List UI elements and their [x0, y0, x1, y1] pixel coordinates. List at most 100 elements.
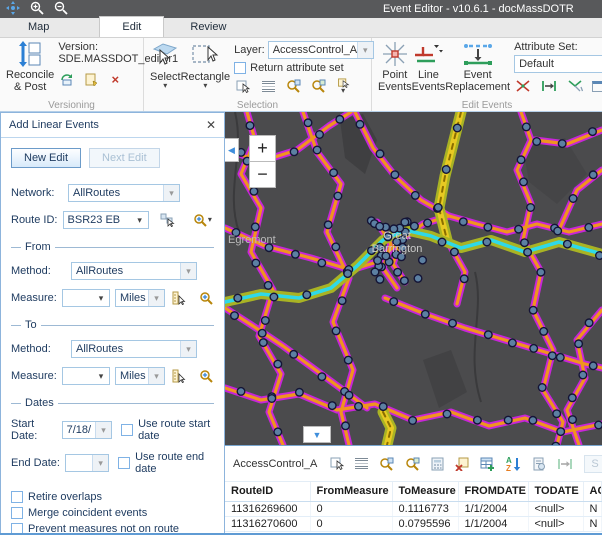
to-measure-zoom-icon[interactable]	[199, 368, 214, 384]
zoom-in-icon[interactable]	[30, 1, 44, 18]
delete-version-icon[interactable]: ×	[106, 71, 124, 87]
column-header[interactable]: FROMDATE	[458, 482, 528, 501]
layer-dropdown[interactable]: AccessControl_A ▾	[268, 41, 374, 59]
add-linear-events-panel: Add Linear Events ✕ New Edit Next Edit N…	[0, 112, 225, 535]
from-measure-unit-dropdown[interactable]: Miles ▾	[115, 289, 165, 307]
select-button[interactable]: Select ▾	[150, 41, 181, 94]
zoom-selected-icon[interactable]	[379, 455, 394, 473]
merge-coincident-events-checkbox[interactable]	[11, 507, 23, 519]
line-events-button[interactable]: Line Events	[412, 41, 446, 94]
add-records-icon[interactable]	[480, 455, 495, 473]
pan-selected-icon[interactable]	[405, 455, 420, 473]
to-measure-pick-icon[interactable]	[172, 368, 186, 384]
translate-event-icon[interactable]	[540, 78, 558, 94]
attribute-set-label: Attribute Set:	[514, 41, 602, 53]
start-date-combo[interactable]: 7/18/ ▾	[62, 421, 112, 439]
from-measure-zoom-icon[interactable]	[199, 290, 214, 306]
next-edit-button[interactable]: Next Edit	[89, 148, 160, 168]
calculator-icon[interactable]	[431, 455, 444, 473]
column-header[interactable]: FromMeasure	[310, 482, 392, 501]
use-route-start-date-label: Use route start date	[138, 418, 214, 442]
column-header[interactable]: AC	[583, 482, 602, 501]
map-viewport[interactable]: Egremont Great Barrington ◀ + − ▼	[225, 112, 602, 445]
table-cell: 1/1/2004	[458, 501, 528, 516]
from-measure-pick-icon[interactable]	[172, 290, 186, 306]
split-event-icon[interactable]	[514, 78, 532, 94]
from-measure-label: Measure:	[11, 292, 57, 304]
new-version-icon[interactable]	[82, 71, 100, 87]
table-row[interactable]: 1131627060000.07955961/1/2004<null>N	[225, 516, 602, 531]
show-rows-icon[interactable]	[355, 455, 368, 473]
tab-review[interactable]: Review	[168, 17, 248, 37]
reconcile-post-icon	[17, 41, 43, 67]
route-zoom-caret[interactable]: ▾	[208, 217, 212, 223]
attribute-set-dropdown[interactable]: Default ▾	[514, 55, 602, 73]
attribute-window-icon[interactable]	[592, 81, 602, 92]
map-label-barrington: Barrington	[372, 243, 423, 255]
reconcile-post-button[interactable]: Reconcile & Post	[6, 41, 54, 93]
use-route-start-date-checkbox[interactable]	[121, 424, 133, 436]
from-measure-combo[interactable]: ▾	[62, 289, 110, 307]
event-editor-window: Event Editor - v10.6.1 - docMassDOTR Map…	[0, 0, 602, 535]
zoom-selected-icon[interactable]	[284, 78, 302, 94]
merge-event-icon[interactable]	[566, 78, 584, 94]
ribbon-group-selection: Select ▾ Rectangle ▾ Layer: AccessCo	[144, 38, 372, 111]
end-date-label: End Date:	[11, 457, 60, 469]
map-zoom-out-button[interactable]: −	[249, 161, 276, 188]
point-events-button[interactable]: Point Events	[378, 41, 412, 94]
column-header[interactable]: TODATE	[528, 482, 583, 501]
conflicts-icon[interactable]	[58, 71, 76, 87]
map-canvas[interactable]: Egremont Great Barrington	[225, 112, 602, 445]
clear-selection-icon[interactable]	[455, 455, 469, 473]
rectangle-caret[interactable]: ▾	[203, 83, 207, 89]
selection-list-icon[interactable]	[259, 78, 277, 94]
table-cell: 11316270600	[225, 516, 310, 531]
selection-options-icon[interactable]: ▾	[334, 78, 352, 94]
table-cell: 1/1/2004	[458, 516, 528, 531]
to-measure-combo[interactable]: ▾	[62, 367, 110, 385]
network-dropdown[interactable]: AllRoutes ▾	[68, 184, 180, 202]
select-by-shape-icon[interactable]	[330, 455, 344, 473]
offset-icon[interactable]	[557, 455, 573, 473]
table-toolbar: AccessControl_A AZ	[225, 446, 602, 482]
close-icon[interactable]: ✕	[206, 118, 216, 132]
select-route-icon[interactable]	[160, 212, 176, 228]
rectangle-button[interactable]: Rectangle ▾	[181, 41, 231, 94]
save-button[interactable]: S	[584, 455, 602, 473]
return-attribute-set-checkbox[interactable]	[234, 62, 246, 74]
report-icon[interactable]	[532, 455, 546, 473]
pan-selected-icon[interactable]	[309, 78, 327, 94]
column-header[interactable]: ToMeasure	[392, 482, 458, 501]
use-route-end-date-checkbox[interactable]	[118, 457, 130, 469]
from-section-label: From	[25, 241, 51, 253]
prevent-measures-checkbox[interactable]	[11, 523, 23, 535]
new-edit-button[interactable]: New Edit	[11, 148, 81, 168]
sort-icon[interactable]: AZ	[506, 455, 521, 473]
network-label: Network:	[11, 187, 63, 199]
line-events-icon	[413, 41, 443, 67]
table-row[interactable]: 1131626960000.11167731/1/2004<null>N	[225, 501, 602, 516]
retire-overlaps-checkbox[interactable]	[11, 491, 23, 503]
collapse-panel-left-button[interactable]: ◀	[225, 138, 239, 162]
select-by-shape-icon[interactable]	[234, 78, 252, 94]
to-method-dropdown[interactable]: AllRoutes ▾	[71, 340, 197, 358]
use-route-end-date-label: Use route end date	[135, 451, 214, 475]
tab-edit[interactable]: Edit	[99, 16, 164, 37]
map-zoom-in-button[interactable]: +	[249, 135, 276, 162]
table-layer-name: AccessControl_A	[233, 458, 317, 470]
column-header[interactable]: RouteID	[225, 482, 310, 501]
end-date-combo[interactable]: ▾	[65, 454, 109, 472]
collapse-panel-down-button[interactable]: ▼	[303, 426, 331, 443]
route-zoom-icon[interactable]: ▾	[191, 212, 214, 228]
return-attribute-set-label: Return attribute set	[250, 62, 344, 74]
select-caret[interactable]: ▾	[163, 83, 167, 89]
route-id-combo[interactable]: BSR23 EB ▾	[63, 211, 149, 229]
to-measure-unit-dropdown[interactable]: Miles ▾	[115, 367, 165, 385]
to-section-label: To	[25, 319, 37, 331]
from-method-dropdown[interactable]: AllRoutes ▾	[71, 262, 197, 280]
pan-icon[interactable]	[6, 1, 20, 18]
table-cell: <null>	[528, 501, 583, 516]
zoom-out-icon[interactable]	[54, 1, 68, 18]
tab-map[interactable]: Map	[6, 17, 71, 37]
event-replacement-button[interactable]: Event Replacement	[445, 41, 510, 94]
